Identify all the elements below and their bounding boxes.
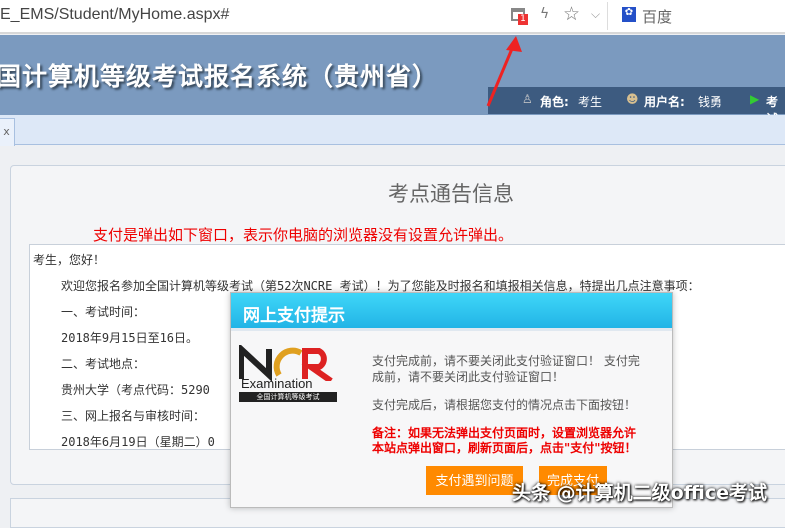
- lightning-icon[interactable]: ϟ: [540, 6, 549, 22]
- tab-bar: x: [0, 115, 785, 146]
- username-value: 钱勇: [698, 95, 723, 109]
- dialog-note: 本站点弹出窗口，刷新页面后，点击"支付"按钮！: [372, 441, 637, 455]
- baidu-icon[interactable]: ✿: [622, 7, 636, 22]
- chevron-down-icon[interactable]: ⌵: [591, 7, 600, 22]
- role-value: 考生: [578, 95, 603, 109]
- logo-subtext: 全国计算机等级考试: [239, 392, 337, 402]
- dialog-message: 支付完成前，请不要关闭此支付验证窗口！ 支付完: [372, 354, 640, 368]
- notice-line: 一、考试时间：: [61, 305, 146, 319]
- red-arrow-annotation: [486, 36, 522, 107]
- dialog-message: 支付完成后，请根据您支付的情况点击下面按钮！: [372, 398, 637, 412]
- user-bar: ♙ 角色: 考生 ☻ 用户名: 钱勇 ▶ 考试: [488, 87, 785, 126]
- dialog-title: 网上支付提示: [243, 306, 345, 326]
- username-label: 用户名:: [644, 95, 685, 109]
- site-header: 国计算机等级考试报名系统（贵州省） ♙ 角色: 考生 ☻ 用户名: 钱勇 ▶ 考…: [0, 35, 785, 126]
- notice-line: 贵州大学（考点代码：5290: [61, 383, 210, 397]
- notice-line: 2018年9月15日至16日。: [61, 331, 199, 345]
- tab-close-button[interactable]: x: [0, 118, 15, 146]
- dialog-message: 成前，请不要关闭此支付验证窗口！: [372, 370, 565, 384]
- dialog-header: 网上支付提示: [231, 293, 672, 331]
- divider: [607, 2, 608, 30]
- notice-line: 二、考试地点：: [61, 357, 146, 371]
- site-title: 国计算机等级考试报名系统（贵州省）: [0, 62, 439, 91]
- user-icon: ☻: [626, 92, 639, 106]
- annotation-text: 支付是弹出如下窗口，表示你电脑的浏览器没有设置允许弹出。: [93, 226, 514, 244]
- ncre-logo: Examination 全国计算机等级考试: [239, 345, 339, 405]
- payment-problem-button[interactable]: 支付遇到问题: [426, 466, 523, 495]
- url-text[interactable]: E_EMS/Student/MyHome.aspx#: [0, 6, 229, 24]
- search-engine-label[interactable]: 百度: [642, 6, 672, 27]
- logo-text: Examination: [241, 376, 313, 391]
- play-icon: ▶: [750, 92, 760, 106]
- notice-line: 2018年6月19日（星期二）0: [61, 435, 215, 449]
- watermark: 头条 @计算机二级office考试: [512, 482, 768, 504]
- star-icon[interactable]: ☆: [563, 3, 580, 25]
- payment-dialog: 网上支付提示 Examination 全国计算机等级考试 支付完成前，请不要关闭…: [230, 292, 673, 508]
- notice-title: 考点通告信息: [388, 182, 514, 206]
- role-label: 角色:: [540, 95, 569, 109]
- notice-line: 三、网上报名与审核时间：: [61, 409, 206, 423]
- notice-line: 考生，您好！: [33, 253, 106, 267]
- popup-count-badge: 1: [518, 14, 528, 25]
- address-bar[interactable]: E_EMS/Student/MyHome.aspx# 1 ϟ ☆ ⌵ ✿ 百度: [0, 0, 785, 34]
